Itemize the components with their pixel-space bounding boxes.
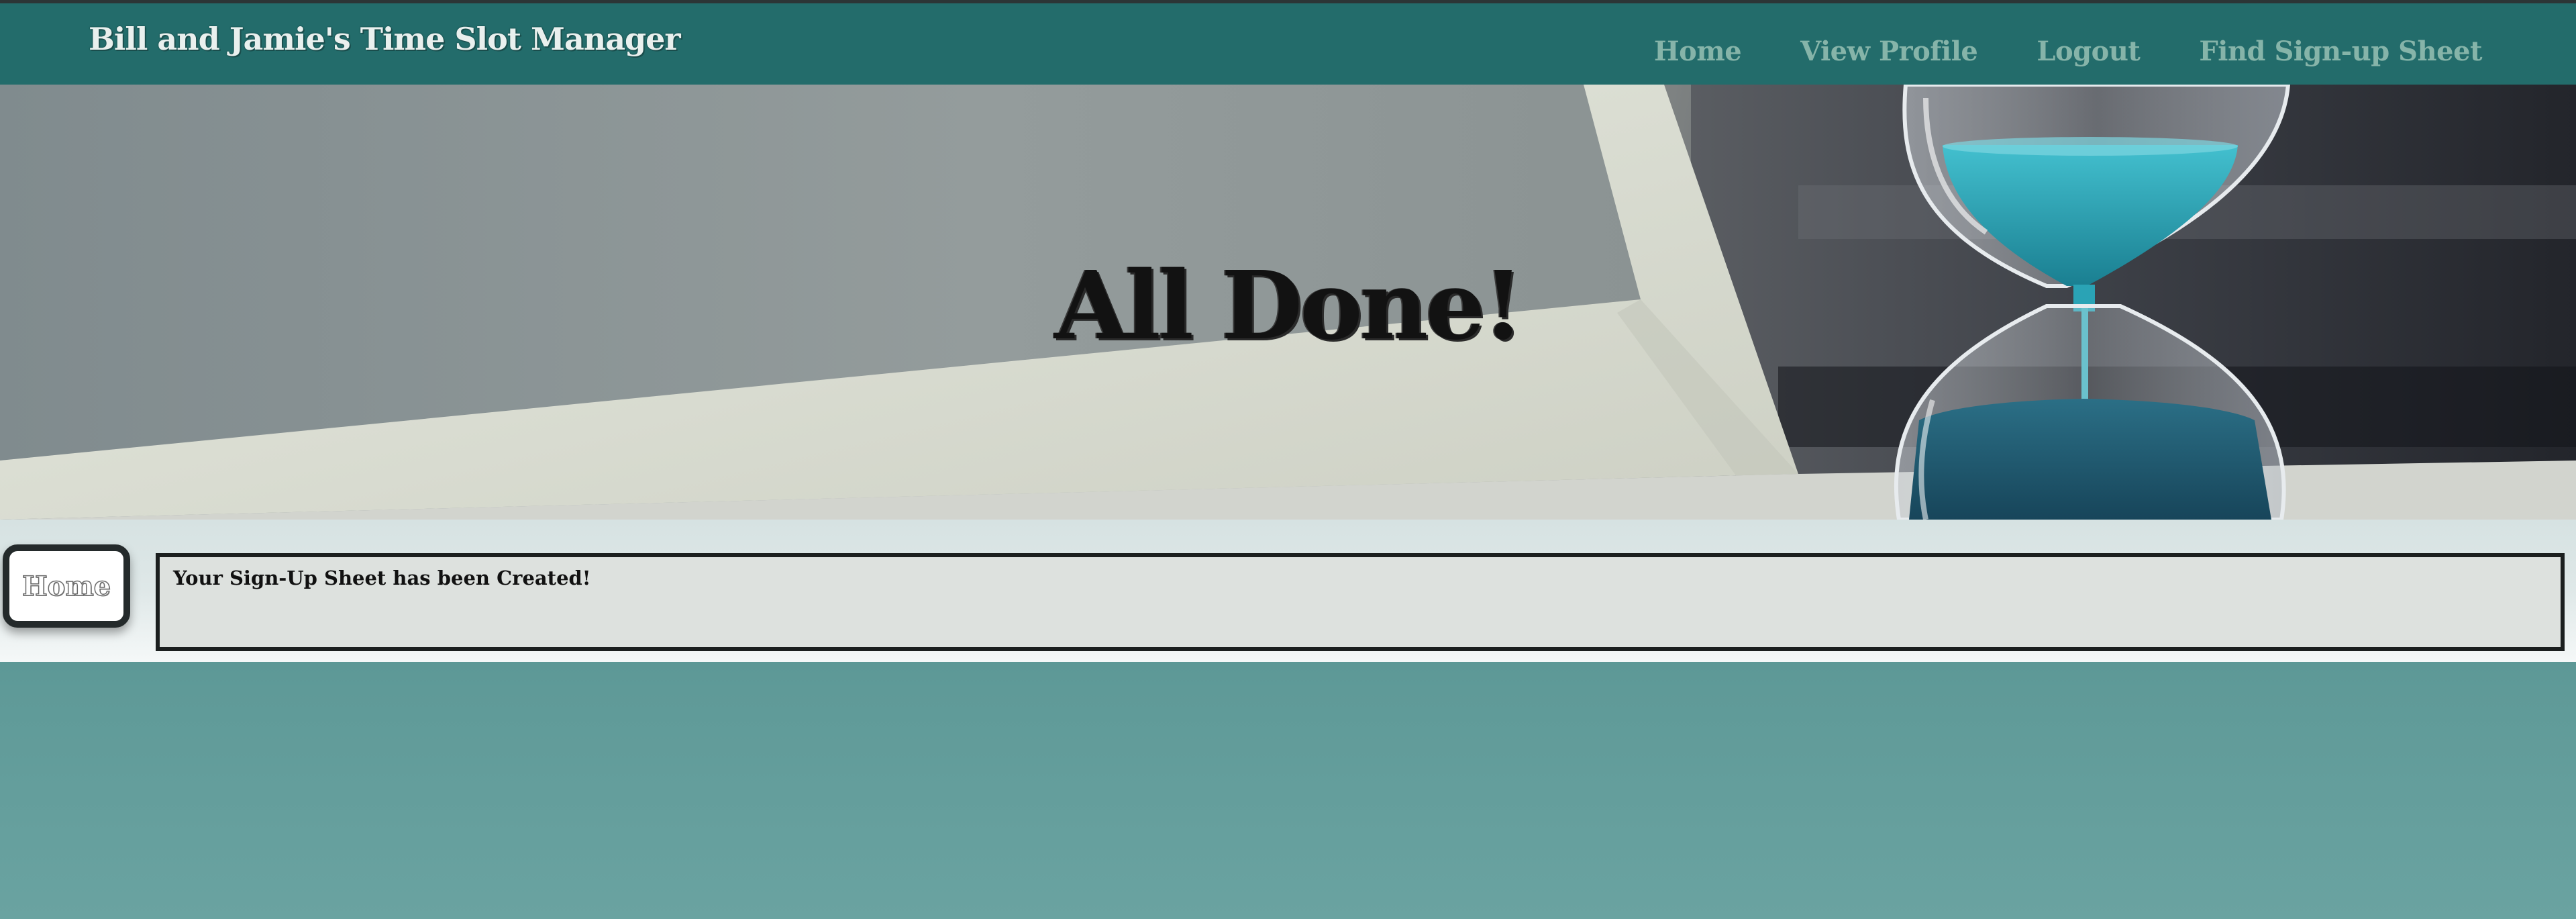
nav-link-home[interactable]: Home [1654, 36, 1742, 67]
hero-title: All Done! [1055, 251, 1524, 361]
confirmation-message: Your Sign-Up Sheet has been Created! [173, 567, 591, 589]
home-button-label: Home [21, 570, 111, 603]
top-nav-bar: Bill and Jamie's Time Slot Manager Home … [0, 0, 2576, 85]
nav-link-logout[interactable]: Logout [2037, 36, 2141, 67]
nav-menu: Home View Profile Logout Find Sign-up Sh… [1654, 36, 2483, 67]
confirmation-message-box: Your Sign-Up Sheet has been Created! [156, 553, 2565, 651]
content-area: Home Your Sign-Up Sheet has been Created… [0, 520, 2576, 662]
nav-link-find-sign-up-sheet[interactable]: Find Sign-up Sheet [2199, 36, 2482, 67]
site-brand-title[interactable]: Bill and Jamie's Time Slot Manager [89, 21, 681, 57]
hero-banner: All Done! [0, 85, 2576, 520]
nav-link-view-profile[interactable]: View Profile [1800, 36, 1978, 67]
home-button[interactable]: Home [3, 544, 130, 628]
